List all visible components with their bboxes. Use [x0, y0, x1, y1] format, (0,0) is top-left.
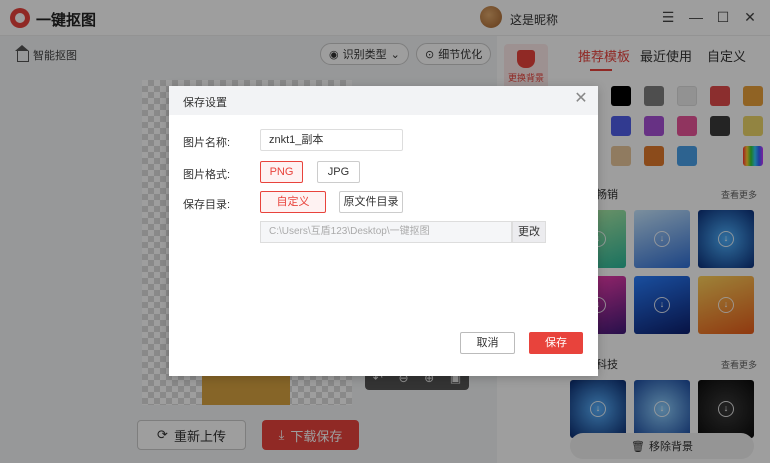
dir-custom-option[interactable]: 自定义 [260, 191, 326, 213]
dialog-header: 保存设置 ✕ [169, 86, 598, 115]
format-jpg-option[interactable]: JPG [317, 161, 360, 183]
dir-original-option[interactable]: 原文件目录 [339, 191, 403, 213]
save-button[interactable]: 保存 [529, 332, 583, 354]
save-settings-dialog: 保存设置 ✕ 图片名称: znkt1_副本 图片格式: PNG JPG 保存目录… [169, 86, 598, 376]
close-icon[interactable]: ✕ [573, 91, 589, 107]
image-format-label: 图片格式: [183, 169, 231, 181]
format-png-option[interactable]: PNG [260, 161, 303, 183]
cancel-button[interactable]: 取消 [460, 332, 515, 354]
dialog-title: 保存设置 [183, 97, 227, 109]
change-path-button[interactable]: 更改 [512, 221, 546, 243]
save-path-input[interactable]: C:\Users\互盾123\Desktop\一键抠图 [260, 221, 512, 243]
image-name-input[interactable]: znkt1_副本 [260, 129, 403, 151]
image-name-label: 图片名称: [183, 137, 231, 149]
save-directory-label: 保存目录: [183, 199, 231, 211]
